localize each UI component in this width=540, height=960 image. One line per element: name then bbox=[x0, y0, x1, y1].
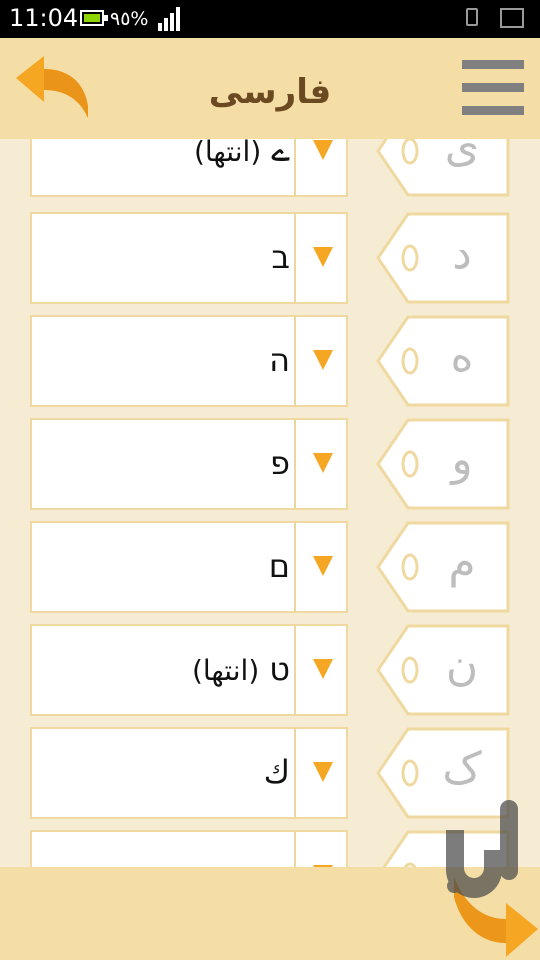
signal-icon bbox=[158, 7, 182, 31]
mapping-dropdown[interactable]: ے(انتها) bbox=[30, 139, 348, 197]
phone-icon bbox=[466, 8, 478, 26]
dropdown-arrow-icon[interactable] bbox=[313, 453, 333, 473]
list-item: ם م bbox=[0, 521, 540, 613]
letter-tag: ی bbox=[376, 139, 510, 197]
list-item: ב د bbox=[0, 212, 540, 304]
mapping-value: ב bbox=[271, 238, 291, 276]
letter-label: ک bbox=[442, 743, 482, 794]
mapping-dropdown[interactable] bbox=[30, 830, 348, 867]
dropdown-divider bbox=[294, 420, 296, 508]
list-item: פ و bbox=[0, 418, 540, 510]
letter-label: م bbox=[448, 537, 476, 588]
letter-tag: د bbox=[376, 212, 510, 304]
letter-label: د bbox=[452, 228, 472, 279]
list-item: ט(انتها) ن bbox=[0, 624, 540, 716]
mapping-dropdown[interactable]: ה bbox=[30, 315, 348, 407]
mapping-dropdown[interactable]: ב bbox=[30, 212, 348, 304]
dropdown-arrow-icon[interactable] bbox=[313, 350, 333, 370]
cafe-bazaar-logo-icon bbox=[446, 800, 518, 898]
dropdown-divider bbox=[294, 832, 296, 867]
mapping-value: פ bbox=[270, 444, 290, 482]
dropdown-divider bbox=[294, 317, 296, 405]
dropdown-divider bbox=[294, 729, 296, 817]
dropdown-divider bbox=[294, 523, 296, 611]
dropdown-arrow-icon[interactable] bbox=[313, 140, 333, 160]
letter-label: ه bbox=[450, 331, 474, 382]
mapping-dropdown[interactable]: ט(انتها) bbox=[30, 624, 348, 716]
status-bar: 11:04 ٩٥% bbox=[0, 0, 540, 38]
letter-label: و bbox=[451, 434, 473, 485]
dropdown-arrow-icon[interactable] bbox=[313, 659, 333, 679]
mapping-dropdown[interactable]: פ bbox=[30, 418, 348, 510]
list-item: ے(انتها) ی bbox=[0, 139, 540, 197]
letter-tag: ن bbox=[376, 624, 510, 716]
mapping-value: ك bbox=[263, 753, 290, 791]
dropdown-arrow-icon[interactable] bbox=[313, 556, 333, 576]
dropdown-divider bbox=[294, 139, 296, 195]
letter-tag: م bbox=[376, 521, 510, 613]
image-notification-icon bbox=[500, 8, 524, 28]
hamburger-menu-icon[interactable] bbox=[462, 60, 524, 116]
mapping-value: ے(انتها) bbox=[193, 139, 290, 169]
mapping-value: ם bbox=[268, 547, 290, 585]
battery-icon bbox=[80, 10, 108, 26]
page-title: فارسی bbox=[208, 72, 332, 112]
mapping-dropdown[interactable]: ك bbox=[30, 727, 348, 819]
dropdown-arrow-icon[interactable] bbox=[313, 247, 333, 267]
letter-label: ن bbox=[445, 640, 479, 691]
app-header: فارسی bbox=[0, 38, 540, 139]
letter-tag: و bbox=[376, 418, 510, 510]
letter-mapping-list[interactable]: ے(انتها) ی ב د ה ه פ و ם م ט(انتها) ن ك … bbox=[0, 139, 540, 867]
mapping-value: ה bbox=[269, 341, 290, 379]
list-item: ה ه bbox=[0, 315, 540, 407]
battery-percent: ٩٥% bbox=[110, 8, 149, 30]
dropdown-divider bbox=[294, 626, 296, 714]
status-time: 11:04 bbox=[9, 4, 79, 32]
dropdown-divider bbox=[294, 214, 296, 302]
letter-label: ی bbox=[444, 139, 480, 172]
letter-tag: ه bbox=[376, 315, 510, 407]
dropdown-arrow-icon[interactable] bbox=[313, 762, 333, 782]
mapping-value: ט(انتها) bbox=[191, 650, 290, 688]
mapping-dropdown[interactable]: ם bbox=[30, 521, 348, 613]
